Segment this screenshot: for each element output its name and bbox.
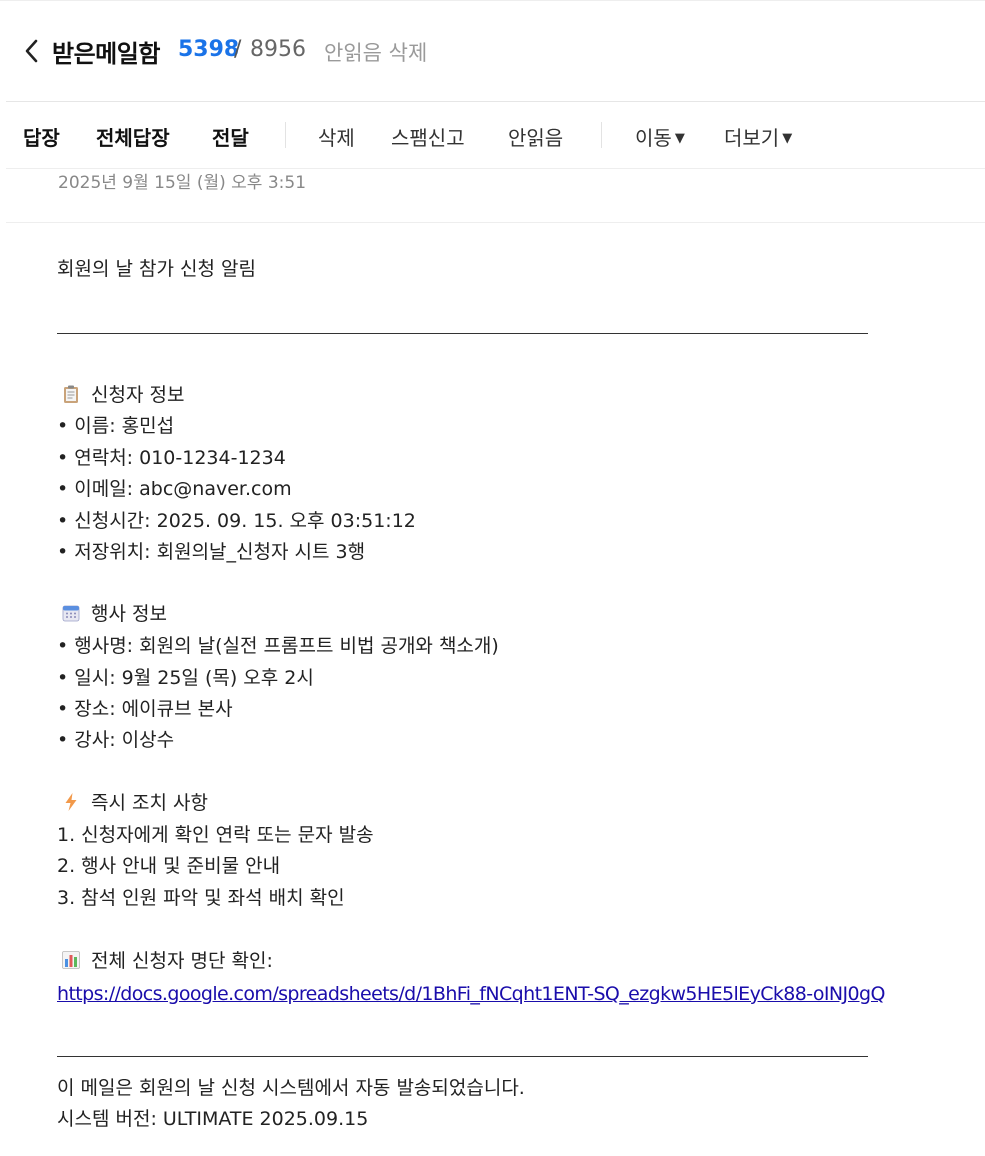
- divider: [6, 222, 985, 223]
- list-heading-text: 전체 신청자 명단 확인:: [91, 950, 273, 972]
- body-horizontal-rule: [57, 1056, 868, 1057]
- body-horizontal-rule: [57, 333, 868, 334]
- footer-version: 시스템 버전: ULTIMATE 2025.09.15: [57, 1108, 369, 1130]
- calendar-icon: [62, 605, 80, 622]
- list-heading: 전체 신청자 명단 확인:: [57, 949, 273, 973]
- caret-down-icon: ▼: [674, 131, 685, 146]
- delete-unread-button[interactable]: 안읽음 삭제: [324, 37, 427, 67]
- applicant-location: • 저장위치: 회원의날_신청자 시트 3행: [57, 541, 366, 563]
- report-spam-button[interactable]: 스팸신고: [391, 122, 465, 151]
- event-place: • 장소: 에이큐브 본사: [57, 698, 233, 720]
- event-datetime: • 일시: 9월 25일 (목) 오후 2시: [57, 667, 314, 689]
- event-name: • 행사명: 회원의 날(실전 프롬프트 비법 공개와 책소개): [57, 635, 499, 657]
- event-heading-text: 행사 정보: [91, 603, 167, 625]
- bar-chart-icon: [62, 951, 80, 969]
- reply-button[interactable]: 답장: [23, 122, 60, 151]
- applicant-heading: 신청자 정보: [57, 383, 184, 407]
- move-dropdown[interactable]: 이동 ▼: [635, 122, 685, 151]
- mailbox-header: 받은메일함 5398 / 8956 안읽음 삭제: [0, 0, 985, 101]
- chevron-left-icon[interactable]: [20, 36, 46, 66]
- applicant-email: • 이메일: abc@naver.com: [57, 478, 292, 500]
- footer-notice: 이 메일은 회원의 날 신청 시스템에서 자동 발송되었습니다.: [57, 1077, 525, 1099]
- action-item-3: 3. 참석 인원 파악 및 좌석 배치 확인: [57, 887, 345, 909]
- event-heading: 행사 정보: [57, 602, 167, 626]
- action-item-1: 1. 신청자에게 확인 연락 또는 문자 발송: [57, 824, 374, 846]
- event-speaker: • 강사: 이상수: [57, 729, 175, 751]
- applicant-name: • 이름: 홍민섭: [57, 415, 175, 437]
- mail-date: 2025년 9월 15일 (월) 오후 3:51: [58, 173, 307, 193]
- mark-unread-button[interactable]: 안읽음: [508, 122, 563, 151]
- lightning-icon: [65, 793, 77, 811]
- applicant-contact: • 연락처: 010-1234-1234: [57, 447, 286, 469]
- delete-button[interactable]: 삭제: [318, 122, 355, 151]
- move-label: 이동: [635, 126, 672, 150]
- more-label: 더보기: [724, 126, 780, 150]
- toolbar-separator: [601, 122, 602, 148]
- count-separator: /: [234, 37, 242, 62]
- caret-down-icon: ▼: [782, 131, 793, 146]
- applicant-time: • 신청시간: 2025. 09. 15. 오후 03:51:12: [57, 510, 416, 532]
- more-dropdown[interactable]: 더보기 ▼: [724, 122, 792, 151]
- action-item-2: 2. 행사 안내 및 준비물 안내: [57, 855, 281, 877]
- mail-toolbar: 답장 전체답장 전달 삭제 스팸신고 안읽음 이동 ▼ 더보기 ▼: [0, 102, 985, 168]
- mailbox-title[interactable]: 받은메일함: [52, 34, 160, 69]
- total-count: 8956: [250, 37, 306, 62]
- actions-heading-text: 즉시 조치 사항: [91, 792, 208, 814]
- reply-all-button[interactable]: 전체답장: [96, 122, 170, 151]
- actions-heading: 즉시 조치 사항: [57, 791, 208, 815]
- unread-count[interactable]: 5398: [178, 37, 239, 62]
- mail-subject-line: 회원의 날 참가 신청 알림: [57, 258, 256, 280]
- toolbar-separator: [285, 122, 286, 148]
- applicant-heading-text: 신청자 정보: [91, 384, 185, 406]
- forward-button[interactable]: 전달: [212, 122, 249, 151]
- clipboard-icon: [64, 385, 78, 403]
- spreadsheet-link[interactable]: https://docs.google.com/spreadsheets/d/1…: [57, 982, 885, 1006]
